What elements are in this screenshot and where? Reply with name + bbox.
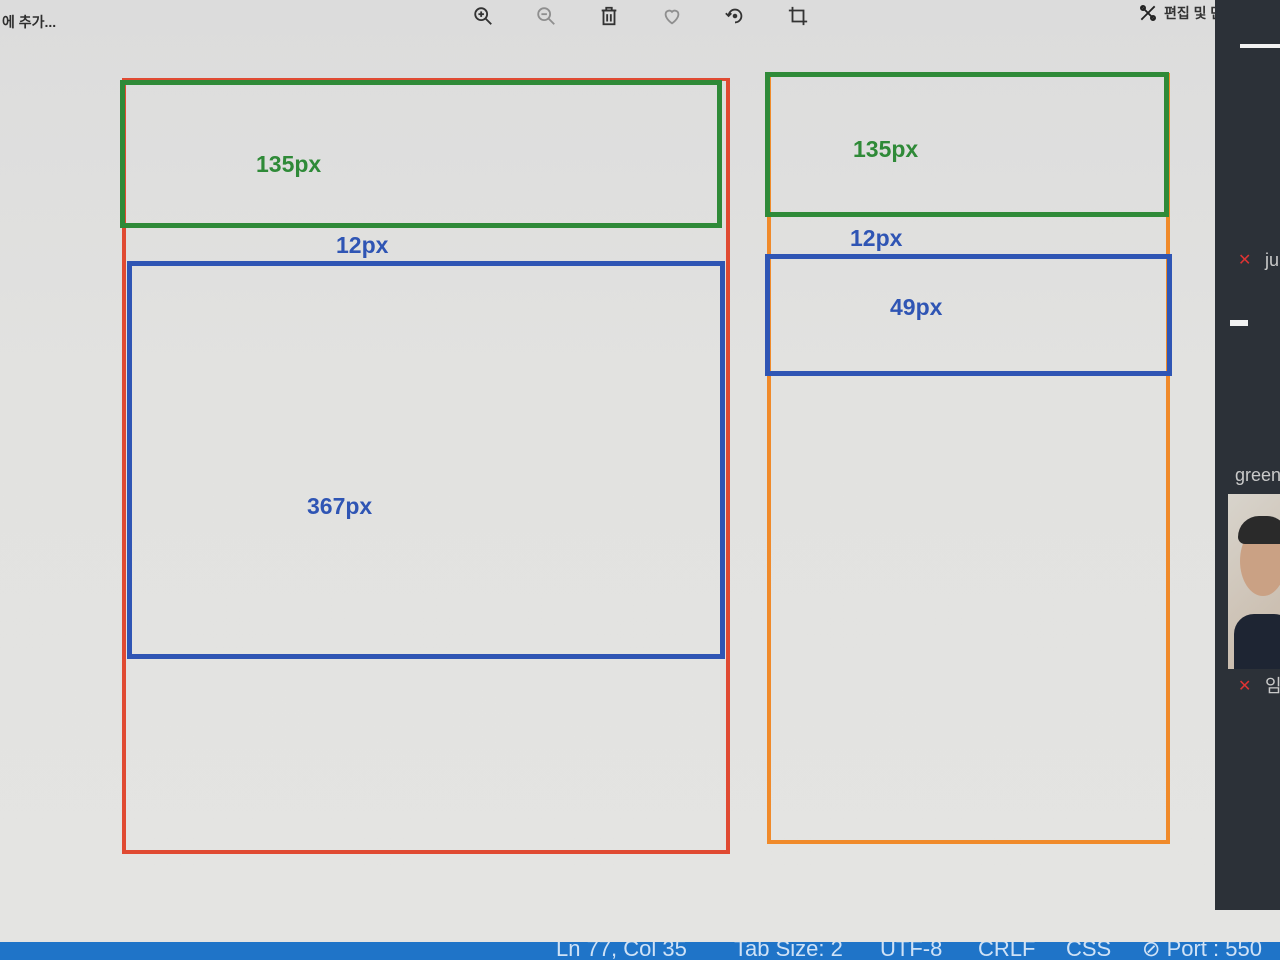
status-bar: Ln 77, Col 35 Tab Size: 2 UTF-8 CRLF CSS… <box>0 942 1280 960</box>
app-title: 에 추가... <box>2 14 57 30</box>
language-mode[interactable]: CSS <box>1066 942 1111 960</box>
rotate-icon[interactable] <box>722 3 748 29</box>
participant-video <box>1228 494 1280 669</box>
participant-name: 임 <box>1265 676 1280 696</box>
port-icon: ⊘ <box>1142 942 1161 960</box>
right-header-box <box>765 72 1169 217</box>
meeting-side-panel: ✕ ju green ✕ 임 <box>1215 0 1280 910</box>
encoding[interactable]: UTF-8 <box>880 942 942 960</box>
line-ending[interactable]: CRLF <box>978 942 1035 960</box>
mic-muted-icon: ✕ <box>1238 678 1252 695</box>
left-content-size-label: 367px <box>307 493 373 519</box>
crop-icon[interactable] <box>785 3 811 29</box>
right-header-size-label: 135px <box>853 136 919 162</box>
left-content-box <box>127 261 725 659</box>
right-content-size-label: 49px <box>890 294 943 320</box>
panel-separator <box>1230 320 1248 326</box>
delete-icon[interactable] <box>596 3 622 29</box>
participant-name: ju <box>1265 250 1280 270</box>
cursor-position[interactable]: Ln 77, Col 35 <box>556 942 687 960</box>
zoom-in-icon[interactable] <box>470 3 496 29</box>
participant-name: green <box>1235 465 1280 485</box>
left-header-box <box>120 80 722 228</box>
panel-separator <box>1240 44 1280 48</box>
left-gap-size-label: 12px <box>336 232 389 258</box>
favorite-icon[interactable] <box>659 3 685 29</box>
right-content-box <box>765 254 1172 376</box>
port-status[interactable]: ⊘ Port : 550 <box>1142 942 1262 960</box>
mic-muted-icon: ✕ <box>1238 252 1252 269</box>
photo-toolbar <box>470 0 811 32</box>
port-label: Port : 550 <box>1166 942 1262 960</box>
edit-create-icon <box>1140 5 1156 21</box>
tab-size[interactable]: Tab Size: 2 <box>734 942 843 960</box>
zoom-out-icon[interactable] <box>533 3 559 29</box>
right-gap-size-label: 12px <box>850 225 903 251</box>
left-header-size-label: 135px <box>256 151 322 177</box>
